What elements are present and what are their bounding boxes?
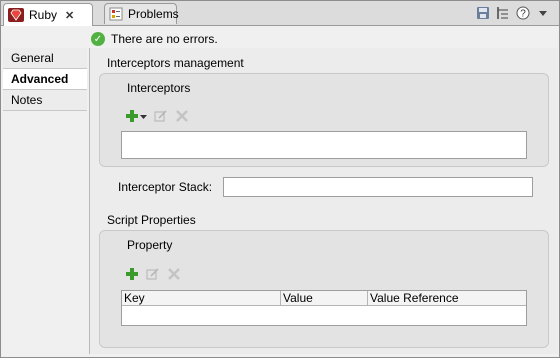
interceptor-stack-label: Interceptor Stack: xyxy=(118,180,213,194)
interceptors-group-label: Interceptors xyxy=(127,81,191,95)
add-icon[interactable] xyxy=(125,109,139,123)
tab-problems-label: Problems xyxy=(128,7,179,21)
tab-problems[interactable]: Problems xyxy=(104,3,179,24)
edit-icon xyxy=(154,109,168,123)
check-icon: ✓ xyxy=(91,32,105,46)
ruby-icon xyxy=(8,8,24,22)
interceptor-stack-field[interactable] xyxy=(223,177,533,197)
tab-ruby-label: Ruby xyxy=(29,8,58,22)
delete-icon xyxy=(175,109,189,123)
validation-status: ✓ There are no errors. xyxy=(91,30,218,48)
add-icon[interactable] xyxy=(125,267,139,281)
property-group-label: Property xyxy=(127,238,173,252)
editor-tab-bar: Ruby ✕ Problems ? xyxy=(1,1,559,26)
column-header-key[interactable]: Key xyxy=(122,291,281,305)
nav-item-notes[interactable]: Notes xyxy=(3,90,87,111)
problems-icon xyxy=(109,7,123,21)
chevron-down-icon[interactable] xyxy=(140,109,147,123)
script-properties-title: Script Properties xyxy=(107,213,196,227)
delete-icon xyxy=(167,267,181,281)
interceptors-toolbar xyxy=(125,109,189,123)
interceptors-management-title: Interceptors management xyxy=(107,56,244,70)
view-toolbar: ? xyxy=(475,5,551,21)
interceptors-list[interactable] xyxy=(121,131,527,159)
property-table[interactable]: Key Value Value Reference xyxy=(121,290,527,326)
nav-item-general[interactable]: General xyxy=(3,48,87,69)
nav-item-advanced[interactable]: Advanced xyxy=(3,69,87,90)
interceptors-group: Interceptors xyxy=(99,73,549,167)
status-message: There are no errors. xyxy=(111,32,218,46)
property-group: Property Key Value Value Reference xyxy=(99,230,549,348)
tab-ruby[interactable]: Ruby ✕ xyxy=(3,3,93,26)
save-icon[interactable] xyxy=(475,5,491,21)
edit-icon xyxy=(146,267,160,281)
property-table-header: Key Value Value Reference xyxy=(122,291,526,306)
svg-text:?: ? xyxy=(520,9,526,20)
advanced-page: Interceptors management Interceptors Int… xyxy=(89,48,558,354)
help-icon[interactable]: ? xyxy=(515,5,531,21)
close-icon[interactable]: ✕ xyxy=(65,9,74,22)
property-toolbar xyxy=(125,267,181,281)
column-header-value[interactable]: Value xyxy=(281,291,368,305)
editor-window: Ruby ✕ Problems ? ✓ There are no errors.… xyxy=(0,0,560,358)
column-header-value-reference[interactable]: Value Reference xyxy=(368,291,526,305)
view-menu-icon[interactable] xyxy=(535,5,551,21)
outline-icon[interactable] xyxy=(495,5,511,21)
section-nav: General Advanced Notes xyxy=(3,48,87,354)
